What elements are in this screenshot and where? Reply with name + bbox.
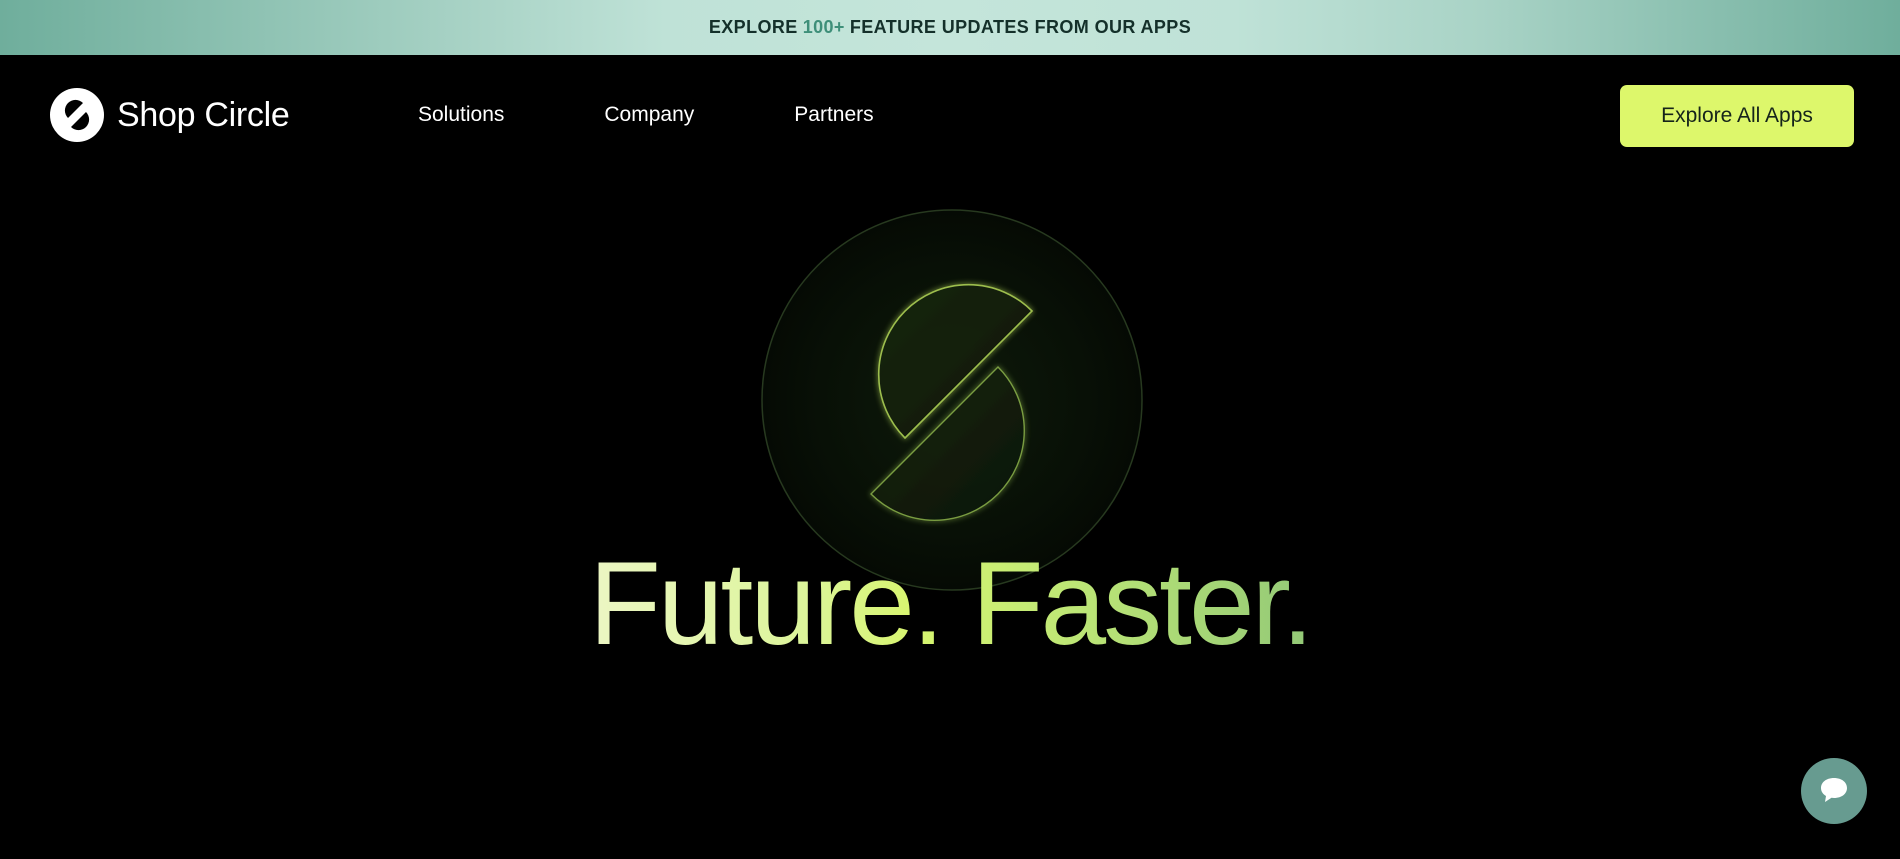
announcement-suffix: FEATURE UPDATES FROM OUR APPS: [849, 17, 1192, 37]
main-nav: Shop Circle Solutions Company Partners E…: [0, 55, 1900, 175]
chat-bubble-icon: [1819, 776, 1849, 807]
hero-title-text: Future. Faster.: [588, 538, 1314, 670]
announcement-bar[interactable]: EXPLORE 100+ FEATURE UPDATES FROM OUR AP…: [0, 0, 1900, 55]
announcement-prefix: EXPLORE: [708, 17, 798, 37]
brand-logo-link[interactable]: Shop Circle: [50, 88, 290, 142]
explore-all-apps-button[interactable]: Explore All Apps: [1620, 85, 1854, 147]
nav-link-company[interactable]: Company: [604, 103, 694, 127]
nav-links: Solutions Company Partners: [418, 103, 874, 127]
brand-name: Shop Circle: [117, 95, 290, 134]
shop-circle-emblem-icon: [760, 208, 1144, 592]
nav-link-solutions[interactable]: Solutions: [418, 103, 504, 127]
page: EXPLORE 100+ FEATURE UPDATES FROM OUR AP…: [0, 0, 1900, 859]
chat-launcher-button[interactable]: [1801, 758, 1867, 824]
shop-circle-logo-icon: [50, 88, 104, 142]
hero-title: Future. Faster.: [0, 545, 1900, 663]
nav-link-partners[interactable]: Partners: [794, 103, 873, 127]
announcement-highlight: 100+: [802, 17, 845, 37]
